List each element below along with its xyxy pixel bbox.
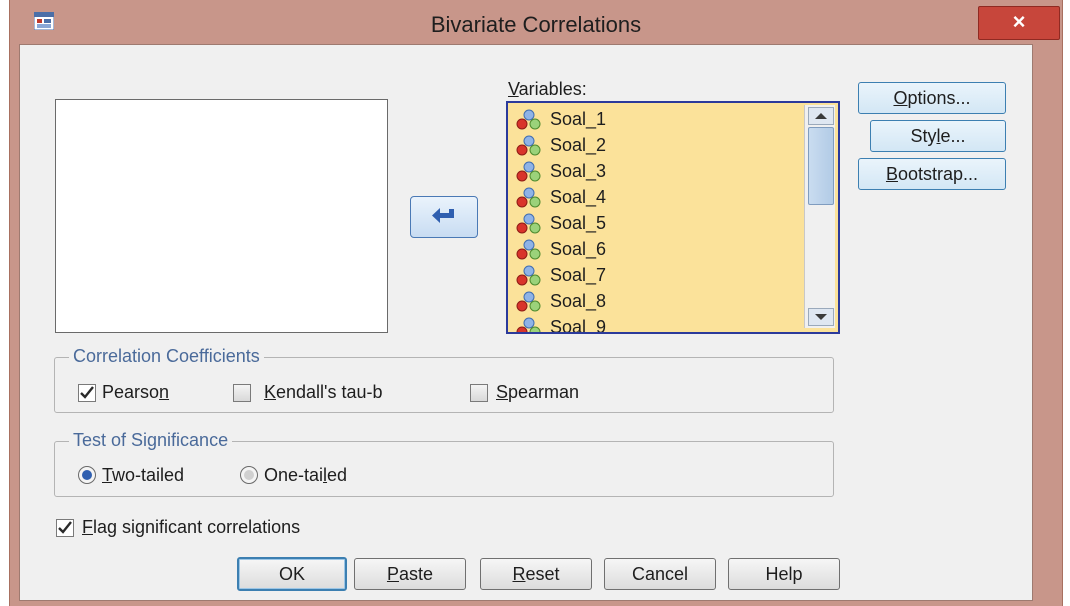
scale-variable-icon [516,291,542,313]
scale-variable-icon [516,239,542,261]
two-tailed-radio[interactable] [78,466,96,484]
scroll-thumb[interactable] [808,127,834,205]
flag-significant-label: Flag significant correlations [82,517,301,537]
dialog-title: Bivariate Correlations [430,12,642,37]
flag-significant-checkbox[interactable] [56,519,74,537]
variables-list[interactable]: Soal_1 Soal_2 Soal_3 Soal_4 Soal_5 Soal_6 Soal… [506,101,840,334]
scroll-up-arrow[interactable] [808,107,834,125]
options-button[interactable]: Options... [858,82,1006,114]
spearman-label: Spearman [496,382,580,402]
ok-button[interactable]: OK [237,557,347,591]
scale-variable-icon [516,109,542,131]
variable-name: Soal_7 [550,265,607,285]
scroll-down-arrow[interactable] [808,308,834,326]
variable-name: Soal_5 [550,213,607,233]
title-bar: Bivariate Correlations × [10,0,1062,44]
variable-name: Soal_6 [550,239,607,259]
variables-scrollbar[interactable] [804,105,835,328]
scale-variable-icon [516,265,542,287]
pearson-label: Pearson [102,382,170,402]
pearson-checkbox[interactable] [78,384,96,402]
test-of-significance-title: Test of Significance [69,430,233,451]
scale-variable-icon [516,213,542,235]
variable-name: Soal_9 [550,317,607,334]
paste-button[interactable]: Paste [354,558,466,590]
one-tailed-radio[interactable] [240,466,258,484]
left-arrow-icon [432,208,454,223]
variable-name: Soal_3 [550,161,607,181]
selected-variables-list[interactable] [55,99,388,333]
correlation-coefficients-title: Correlation Coefficients [69,346,264,367]
kendall-label: Kendall's tau-b [264,382,383,402]
variables-label: Variables: [508,79,587,99]
scale-variable-icon [516,317,542,332]
scale-variable-icon [516,135,542,157]
kendall-checkbox[interactable] [233,384,251,402]
variable-name: Soal_2 [550,135,607,155]
move-variable-button[interactable] [410,196,478,238]
two-tailed-label: Two-tailed [102,465,185,485]
variable-name: Soal_4 [550,187,607,207]
scale-variable-icon [516,161,542,183]
help-button[interactable]: Help [728,558,840,590]
spearman-checkbox[interactable] [470,384,488,402]
scale-variable-icon [516,187,542,209]
variable-name: Soal_8 [550,291,607,311]
style-button[interactable]: Style... [870,120,1006,152]
close-button[interactable]: × [978,6,1060,40]
dialog-body: Variables: Soal_1 Soal_2 Soal_3 Soal_4 Soal_… [19,44,1033,601]
cancel-button[interactable]: Cancel [604,558,716,590]
reset-button[interactable]: Reset [480,558,592,590]
one-tailed-label: One-tailed [264,465,348,485]
bootstrap-button[interactable]: Bootstrap... [858,158,1006,190]
variable-name: Soal_1 [550,109,607,129]
